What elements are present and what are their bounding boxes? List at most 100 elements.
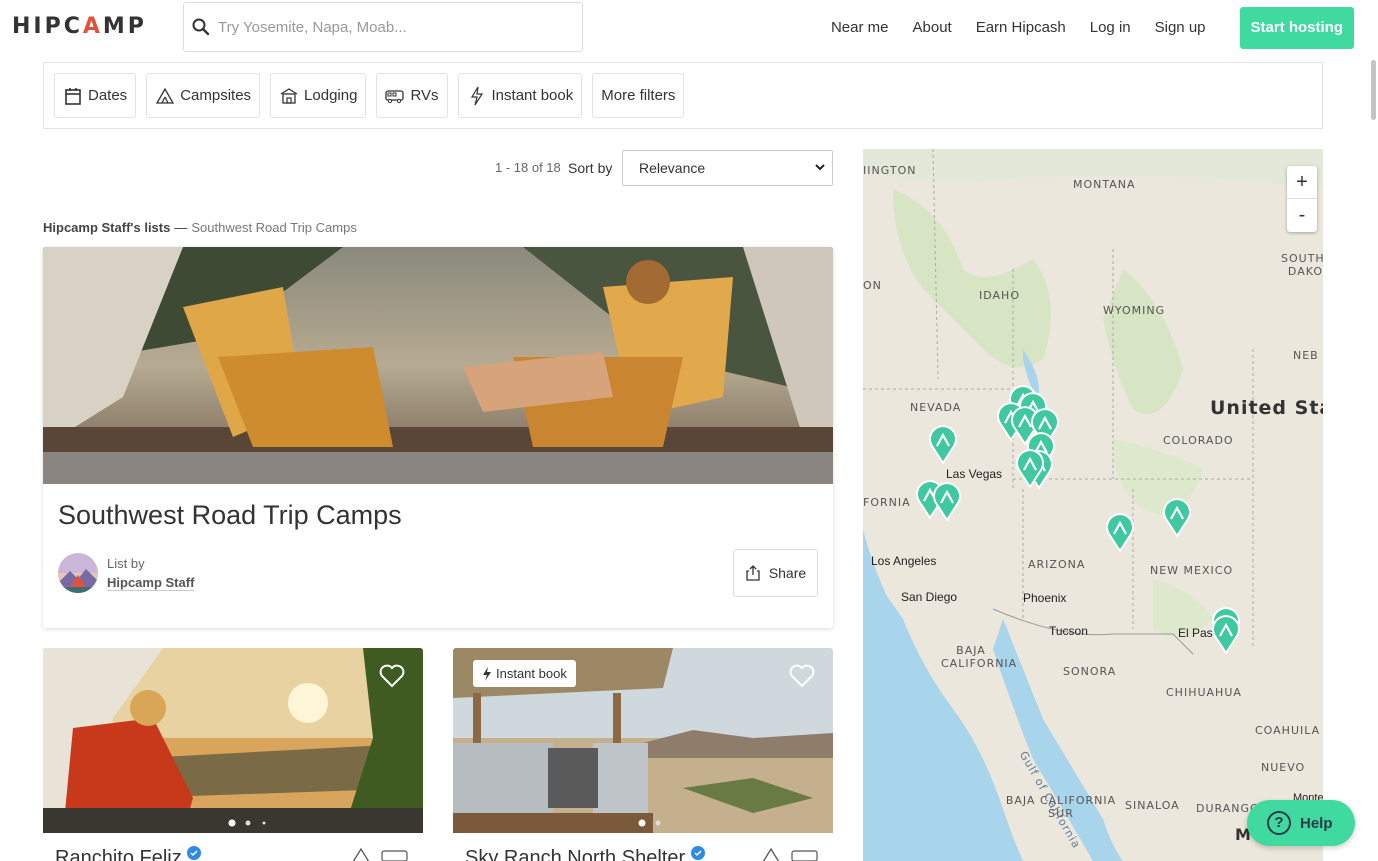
carousel-dots[interactable] — [636, 818, 676, 828]
help-button[interactable]: ? Help — [1247, 800, 1355, 846]
help-question-icon: ? — [1267, 811, 1291, 835]
zoom-out-button[interactable]: - — [1287, 199, 1317, 232]
map-city: Phoenix — [1023, 591, 1067, 605]
page-scrollbar[interactable] — [1369, 0, 1378, 861]
zoom-in-button[interactable]: + — [1287, 166, 1317, 199]
campsite-card[interactable]: Instant book Sky Ranch North Shelter — [453, 648, 833, 861]
rv-icon — [791, 850, 818, 861]
verified-icon — [690, 846, 705, 860]
top-nav: Near me About Earn Hipcash Log in Sign u… — [831, 6, 1354, 49]
campsite-card[interactable]: Ranchito Feliz — [43, 648, 423, 861]
filter-instant-book-button[interactable]: Instant book — [457, 73, 583, 118]
results-map[interactable]: + - IINGTON MONTANA ON IDAHO WYOMING SOU… — [863, 149, 1323, 861]
map-label-chihuahua: CHIHUAHUA — [1166, 686, 1242, 699]
map-label-new-mexico: NEW MEXICO — [1150, 564, 1234, 577]
hero-image — [43, 247, 833, 484]
filter-label: Campsites — [180, 87, 252, 104]
nav-about[interactable]: About — [913, 19, 952, 36]
sort-select[interactable]: Relevance — [622, 150, 833, 186]
map-label-nevada: NEVADA — [910, 401, 962, 414]
map-pin-icon[interactable] — [1162, 497, 1192, 537]
nav-sign-up[interactable]: Sign up — [1155, 19, 1206, 36]
site-header: HIPCAMP Near me About Earn Hipcash Log i… — [0, 0, 1378, 56]
map-label-oregon: ON — [863, 279, 882, 292]
tent-icon — [762, 848, 780, 861]
filter-label: RVs — [410, 87, 439, 104]
search-input[interactable] — [218, 18, 568, 36]
filter-more-button[interactable]: More filters — [592, 73, 685, 118]
filter-label: More filters — [601, 87, 676, 104]
rv-icon — [385, 89, 405, 103]
map-label-sonora: SONORA — [1063, 665, 1117, 678]
avatar[interactable] — [58, 553, 98, 593]
filter-label: Lodging — [304, 87, 358, 104]
map-city: Tucson — [1049, 624, 1088, 638]
nav-log-in[interactable]: Log in — [1090, 19, 1131, 36]
map-pin-icon[interactable] — [1015, 448, 1045, 488]
nav-near-me[interactable]: Near me — [831, 19, 889, 36]
map-pin-icon[interactable] — [1211, 614, 1241, 654]
map-pin-icon[interactable] — [932, 481, 962, 521]
cabin-icon — [280, 87, 298, 104]
search-box[interactable] — [183, 2, 583, 52]
map-pin-icon[interactable] — [1105, 512, 1135, 552]
filter-rvs-button[interactable]: RVs — [376, 73, 448, 118]
breadcrumb-separator: — — [174, 220, 188, 235]
map-label-baja-california: BAJA CALIFORNIA — [941, 644, 1018, 670]
map-label-montana: MONTANA — [1073, 178, 1136, 191]
rv-icon — [381, 850, 408, 861]
filter-dates-button[interactable]: Dates — [54, 73, 137, 118]
heart-icon[interactable] — [379, 664, 405, 688]
map-label-nuevo: NUEVO — [1261, 761, 1306, 774]
share-icon — [746, 565, 760, 581]
map-label-united-states: United Sta — [1210, 397, 1323, 419]
list-owner-link[interactable]: Hipcamp Staff — [107, 575, 195, 591]
breadcrumb-parent[interactable]: Hipcamp Staff's lists — [43, 220, 170, 235]
filter-campsites-button[interactable]: Campsites — [146, 73, 261, 118]
carousel-dots[interactable] — [226, 818, 266, 828]
share-button[interactable]: Share — [733, 549, 818, 597]
map-pin-icon[interactable] — [928, 424, 958, 464]
campsite-photo — [43, 648, 423, 833]
filter-bar: Dates Campsites Lodging RVs Instant book… — [43, 62, 1323, 129]
help-label: Help — [1300, 814, 1333, 832]
filter-label: Dates — [88, 87, 128, 104]
nav-earn-hipcash[interactable]: Earn Hipcash — [976, 19, 1066, 36]
map-label-washington: IINGTON — [863, 164, 917, 177]
lightning-icon — [483, 666, 491, 681]
breadcrumb: Hipcamp Staff's lists — Southwest Road Tri… — [43, 220, 357, 235]
map-label-california: FORNIA — [863, 496, 911, 509]
map-city: Los Angeles — [871, 554, 937, 568]
lightning-icon — [470, 86, 483, 105]
filter-lodging-button[interactable]: Lodging — [270, 73, 367, 118]
share-label: Share — [768, 565, 807, 581]
map-label-coahuila: COAHUILA — [1255, 724, 1321, 737]
breadcrumb-current: Southwest Road Trip Camps — [191, 220, 357, 235]
search-icon — [192, 18, 210, 36]
map-city: San Diego — [901, 590, 958, 604]
map-label-sinaloa: SINALOA — [1125, 799, 1180, 812]
campsite-name[interactable]: Sky Ranch North Shelter — [465, 846, 705, 861]
instant-book-badge: Instant book — [473, 660, 576, 687]
sort-label: Sort by — [568, 160, 613, 176]
list-by-label: List by — [107, 556, 145, 571]
hipcamp-logo[interactable]: HIPCAMP — [12, 14, 147, 39]
verified-icon — [187, 846, 202, 860]
scrollbar-thumb[interactable] — [1371, 60, 1376, 120]
instant-book-label: Instant book — [496, 666, 567, 681]
list-hero-card: Southwest Road Trip Camps List by Hipcam… — [43, 247, 833, 628]
map-label-wyoming: WYOMING — [1103, 304, 1166, 317]
heart-icon[interactable] — [789, 664, 815, 688]
map-label-colorado: COLORADO — [1163, 434, 1234, 447]
calendar-icon — [65, 87, 81, 105]
sort-value: Relevance — [639, 160, 706, 176]
map-city: Las Vegas — [946, 467, 1003, 481]
map-label-south-dakota: SOUTH DAKO — [1281, 252, 1323, 278]
list-title: Southwest Road Trip Camps — [58, 500, 402, 530]
start-hosting-button[interactable]: Start hosting — [1239, 6, 1354, 49]
map-label-nebraska: NEB — [1293, 349, 1319, 362]
map-zoom-control: + - — [1287, 166, 1317, 232]
map-label-idaho: IDAHO — [979, 289, 1020, 302]
campsite-name[interactable]: Ranchito Feliz — [55, 846, 202, 861]
tent-icon — [156, 87, 175, 104]
